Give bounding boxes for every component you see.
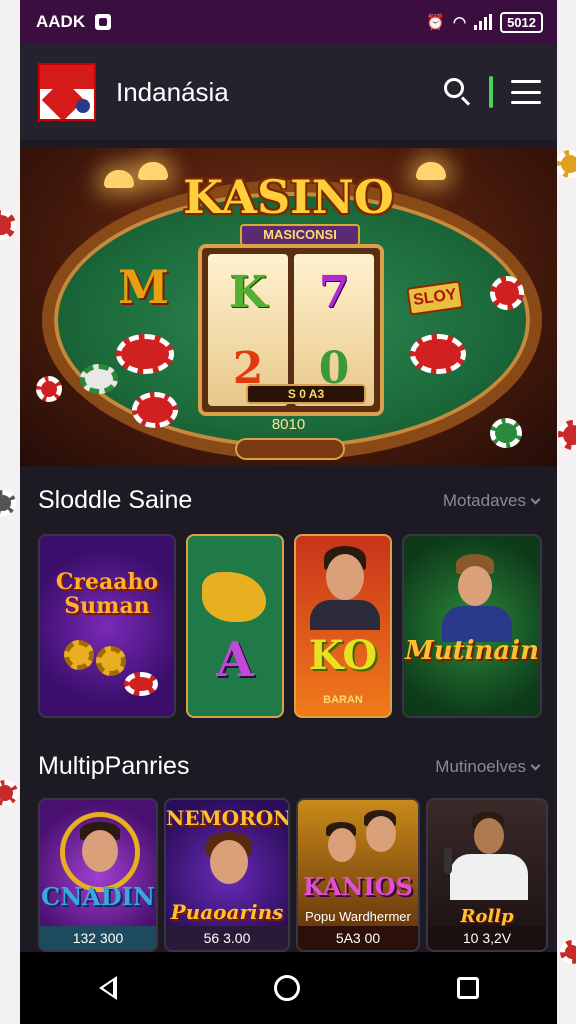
portrait <box>326 554 364 600</box>
status-left-text: AADK <box>36 12 86 31</box>
poker-chip-icon <box>124 672 158 696</box>
battery-icon: 5012 <box>500 11 543 33</box>
game-card-symbol: KO <box>308 632 378 679</box>
microphone-icon <box>444 848 452 874</box>
decorative-chip <box>556 150 576 178</box>
game-card[interactable]: A <box>186 534 284 718</box>
poker-chip-icon <box>490 276 524 310</box>
card-row-1: Creaaho Suman A KO BARAN Mutinain <box>38 534 542 718</box>
portrait <box>458 566 492 606</box>
signal-icon <box>474 14 493 30</box>
decorative-chip <box>0 210 16 240</box>
hero-title: KASINO <box>183 170 394 224</box>
game-card-title: CNADIN <box>41 882 155 911</box>
decorative-chip <box>558 420 576 450</box>
game-card-title: Mutinain <box>404 636 540 666</box>
game-card[interactable]: KANIOS Popu Wardhermer 5A3 00 <box>296 798 420 952</box>
wifi-icon: ◠ <box>452 14 467 31</box>
alarm-icon: ⏰ <box>426 14 445 31</box>
game-card-symbol: A <box>216 632 254 688</box>
navigation-bar <box>20 952 557 1024</box>
game-card[interactable]: KO BARAN <box>294 534 392 718</box>
portrait <box>474 818 504 854</box>
portrait <box>82 830 118 872</box>
hero-plate: S 0 A3 <box>246 384 366 404</box>
game-card-price: 132 300 <box>40 926 156 950</box>
app-title: Indanásia <box>116 76 229 107</box>
recent-apps-icon[interactable] <box>456 977 479 999</box>
game-card[interactable]: CNADIN 132 300 <box>38 798 158 952</box>
portrait-body <box>310 600 380 630</box>
hero-subtitle: MASICONSI <box>240 224 360 246</box>
status-right-text: 5012 <box>507 14 536 30</box>
game-card[interactable]: Creaaho Suman <box>38 534 176 718</box>
home-icon[interactable] <box>273 975 300 1001</box>
see-more-label: Mutinoelves <box>435 756 526 776</box>
phone-screen: AADK ⏰ ◠ 5012 Indanásia KASINO MASICONSI… <box>20 0 557 1024</box>
card-row-2: CNADIN 132 300 NEMORON Puaoarins 56 3.00… <box>38 798 548 952</box>
decorative-chip <box>0 780 18 806</box>
portrait <box>366 816 396 852</box>
poker-chip-icon <box>116 334 174 374</box>
menu-icon[interactable] <box>511 80 541 104</box>
game-card-top: NEMORON <box>166 806 290 830</box>
game-card-title: Creaaho Suman <box>55 569 159 619</box>
gold-icon <box>202 572 266 622</box>
portrait <box>210 840 248 884</box>
coin-icon <box>64 640 94 670</box>
poker-chip-icon <box>410 334 466 374</box>
poker-chip-icon <box>80 364 118 394</box>
chevron-down-icon <box>530 494 541 504</box>
portrait <box>328 828 356 862</box>
game-card-title: KANIOS <box>303 872 413 901</box>
decorative-chip <box>0 490 16 516</box>
reel-symbol: M <box>118 260 169 314</box>
game-card-price: 5A3 00 <box>298 926 418 950</box>
game-card[interactable]: Rollp Panius 10 3,2V <box>426 798 548 952</box>
notification-icon <box>95 14 112 30</box>
game-card-title: BARAN <box>323 694 363 706</box>
game-card[interactable]: NEMORON Puaoarins 56 3.00 <box>164 798 290 952</box>
status-bar: AADK ⏰ ◠ 5012 <box>20 0 557 44</box>
game-card-caption: Popu Wardhermer <box>305 909 411 924</box>
table-base <box>235 438 345 460</box>
section-featured: Sloddle Saine Motadaves <box>20 486 557 515</box>
see-more-link[interactable]: Motadaves <box>442 490 541 511</box>
game-card-price: 10 3,2V <box>428 926 546 950</box>
see-more-link[interactable]: Mutinoelves <box>435 756 541 777</box>
game-card-price: 56 3.00 <box>166 926 288 950</box>
chevron-down-icon <box>530 760 541 770</box>
section-title: Sloddle Saine <box>38 486 193 514</box>
reel-symbol: K <box>228 266 268 318</box>
search-icon[interactable] <box>441 75 475 109</box>
decorative-chip <box>560 940 576 964</box>
portrait-body <box>450 854 528 900</box>
poker-chip-icon <box>36 376 62 402</box>
game-card[interactable]: Mutinain <box>402 534 542 718</box>
divider <box>489 76 493 108</box>
section-title: MultipPanries <box>38 752 190 780</box>
section-multiplayer: MultipPanries Mutinoelves <box>20 752 557 781</box>
game-card-title: Puaoarins <box>170 900 284 924</box>
back-icon[interactable] <box>98 976 117 1000</box>
hero-number: 8010 <box>271 416 306 433</box>
coin-icon <box>96 646 126 676</box>
reel-symbol: 7 <box>318 266 350 318</box>
app-bar: Indanásia <box>20 44 557 140</box>
hero-banner[interactable]: KASINO MASICONSI M K 2 7 0 SLOY S 0 A3 8… <box>20 148 557 466</box>
see-more-label: Motadaves <box>442 490 526 510</box>
app-logo-icon[interactable] <box>38 63 96 121</box>
